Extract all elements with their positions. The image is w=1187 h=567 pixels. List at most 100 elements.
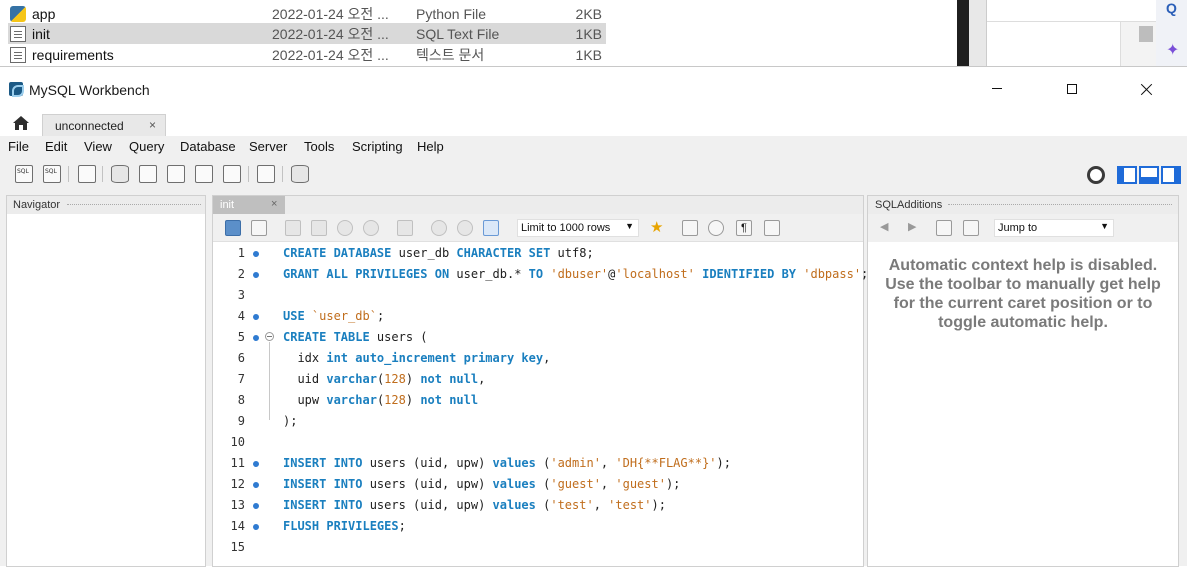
sparkle-icon: ✦ (1166, 42, 1180, 59)
code-line[interactable]: 6 idx int auto_increment primary key, (213, 348, 863, 369)
sql-keyword: CHARACTER SET (456, 246, 551, 260)
code-line[interactable]: 2 GRANT ALL PRIVILEGES ON user_db.* TO 'd… (213, 264, 869, 285)
invisible-chars-icon[interactable]: ¶ (736, 220, 752, 236)
sql-string: 'test' (608, 498, 652, 512)
toggle-sidebar-icon[interactable] (1117, 166, 1137, 184)
title-bar[interactable]: MySQL Workbench (0, 67, 1187, 110)
tab-unconnected[interactable]: unconnected × (42, 114, 166, 136)
panel-grip[interactable] (948, 204, 1172, 207)
maximize-button[interactable] (1049, 67, 1095, 110)
menu-tools[interactable]: Tools (304, 139, 334, 154)
code-text: CREATE TABLE users ( (283, 330, 428, 344)
file-date: 2022-01-24 오전 ... (272, 46, 389, 63)
rollback-icon[interactable] (457, 220, 473, 236)
gear-icon[interactable] (1087, 166, 1105, 184)
code-line[interactable]: 9); (213, 411, 863, 432)
inspector-icon[interactable] (78, 165, 96, 183)
file-row-app[interactable]: app 2022-01-24 오전 ... Python File 2KB (8, 3, 606, 24)
code-line[interactable]: 12 INSERT INTO users (uid, upw) values ('… (213, 474, 863, 495)
tab-label: unconnected (55, 119, 124, 133)
create-schema-icon[interactable] (111, 165, 129, 183)
maximize-icon (1067, 83, 1077, 94)
code-line[interactable]: 3 (213, 285, 863, 306)
reconnect-icon[interactable] (291, 165, 309, 183)
back-arrow-icon[interactable]: ◀ (880, 220, 888, 233)
create-function-icon[interactable] (223, 165, 241, 183)
code-line[interactable]: 10 (213, 432, 863, 453)
auto-help-toggle-icon[interactable] (963, 220, 979, 236)
main-toolbar (0, 157, 1187, 191)
beautify-icon[interactable] (682, 220, 698, 236)
workbench-window: MySQL Workbench unconnected × File Edit … (0, 66, 1187, 567)
create-table-icon[interactable] (139, 165, 157, 183)
home-icon[interactable] (12, 114, 30, 132)
open-file-icon[interactable] (225, 220, 241, 236)
commit-icon[interactable] (431, 220, 447, 236)
panel-grip[interactable] (67, 204, 201, 207)
manual-help-icon[interactable] (936, 220, 952, 236)
menu-edit[interactable]: Edit (45, 139, 67, 154)
jump-to-select[interactable]: Jump to ▼ (994, 219, 1114, 237)
create-procedure-icon[interactable] (195, 165, 213, 183)
background-scrollbar-thumb (1139, 26, 1153, 42)
find-icon[interactable] (708, 220, 724, 236)
sql-text: users (uid, upw) (362, 477, 493, 491)
code-line[interactable]: 11 INSERT INTO users (uid, upw) values ('… (213, 453, 863, 474)
new-sql-tab-icon[interactable] (15, 165, 33, 183)
menu-server[interactable]: Server (249, 139, 287, 154)
open-sql-script-icon[interactable] (43, 165, 61, 183)
auto-commit-icon[interactable] (483, 220, 499, 236)
add-snippet-icon[interactable]: ★ (650, 218, 666, 236)
limit-rows-select[interactable]: Limit to 1000 rows ▼ (517, 219, 639, 237)
navigator-header: Navigator (7, 196, 205, 214)
code-line[interactable]: 8 upw varchar(128) not null (213, 390, 863, 411)
line-number: 2 (237, 267, 245, 281)
execute-current-icon[interactable] (311, 220, 327, 236)
forward-arrow-icon[interactable]: ▶ (908, 220, 916, 233)
stop-icon[interactable] (363, 220, 379, 236)
menu-scripting[interactable]: Scripting (352, 139, 403, 154)
code-area[interactable]: 1 CREATE DATABASE user_db CHARACTER SET u… (213, 243, 869, 566)
file-row-init[interactable]: init 2022-01-24 오전 ... SQL Text File 1KB (8, 23, 606, 44)
sql-additions-panel: SQLAdditions ◀ ▶ Jump to ▼ Automatic con… (867, 195, 1179, 567)
close-tab-icon[interactable]: × (149, 118, 156, 132)
create-view-icon[interactable] (167, 165, 185, 183)
file-name: init (32, 25, 50, 42)
tab-init[interactable]: init × (213, 196, 285, 214)
code-line[interactable]: 5 CREATE TABLE users ( (213, 327, 863, 348)
word-wrap-icon[interactable] (764, 220, 780, 236)
menu-view[interactable]: View (84, 139, 112, 154)
code-line[interactable]: 13 INSERT INTO users (uid, upw) values ('… (213, 495, 863, 516)
save-icon[interactable] (251, 220, 267, 236)
file-row-requirements[interactable]: requirements 2022-01-24 오전 ... 텍스트 문서 1K… (8, 44, 606, 65)
sql-string: 'DH{**FLAG**}' (615, 456, 717, 470)
code-line[interactable]: 4 USE `user_db`; (213, 306, 863, 327)
code-line[interactable]: 1 CREATE DATABASE user_db CHARACTER SET u… (213, 243, 863, 264)
execute-icon[interactable] (285, 220, 301, 236)
sql-text: , (600, 477, 616, 491)
code-text: USE `user_db`; (283, 309, 384, 323)
fold-toggle-icon[interactable] (265, 332, 274, 341)
toggle-secondary-sidebar-icon[interactable] (1161, 166, 1181, 184)
sql-keyword: values (492, 456, 536, 470)
line-number: 15 (230, 540, 245, 554)
file-size: 2KB (575, 5, 602, 22)
file-name: app (32, 5, 56, 22)
menu-query[interactable]: Query (129, 139, 164, 154)
explain-icon[interactable] (337, 220, 353, 236)
search-table-data-icon[interactable] (257, 165, 275, 183)
code-text: idx int auto_increment primary key, (283, 351, 550, 365)
close-tab-icon[interactable]: × (271, 198, 277, 210)
sql-text: utf8; (550, 246, 594, 260)
close-button[interactable] (1124, 67, 1170, 110)
toggle-error-continue-icon[interactable] (397, 220, 413, 236)
toggle-output-icon[interactable] (1139, 166, 1159, 184)
minimize-button[interactable] (974, 67, 1020, 110)
code-line[interactable]: 7 uid varchar(128) not null, (213, 369, 863, 390)
menu-file[interactable]: File (8, 139, 29, 154)
background-window (986, 0, 1157, 66)
code-line[interactable]: 15 (213, 537, 863, 558)
code-line[interactable]: 14 FLUSH PRIVILEGES; (213, 516, 863, 537)
menu-database[interactable]: Database (180, 139, 236, 154)
menu-help[interactable]: Help (417, 139, 444, 154)
